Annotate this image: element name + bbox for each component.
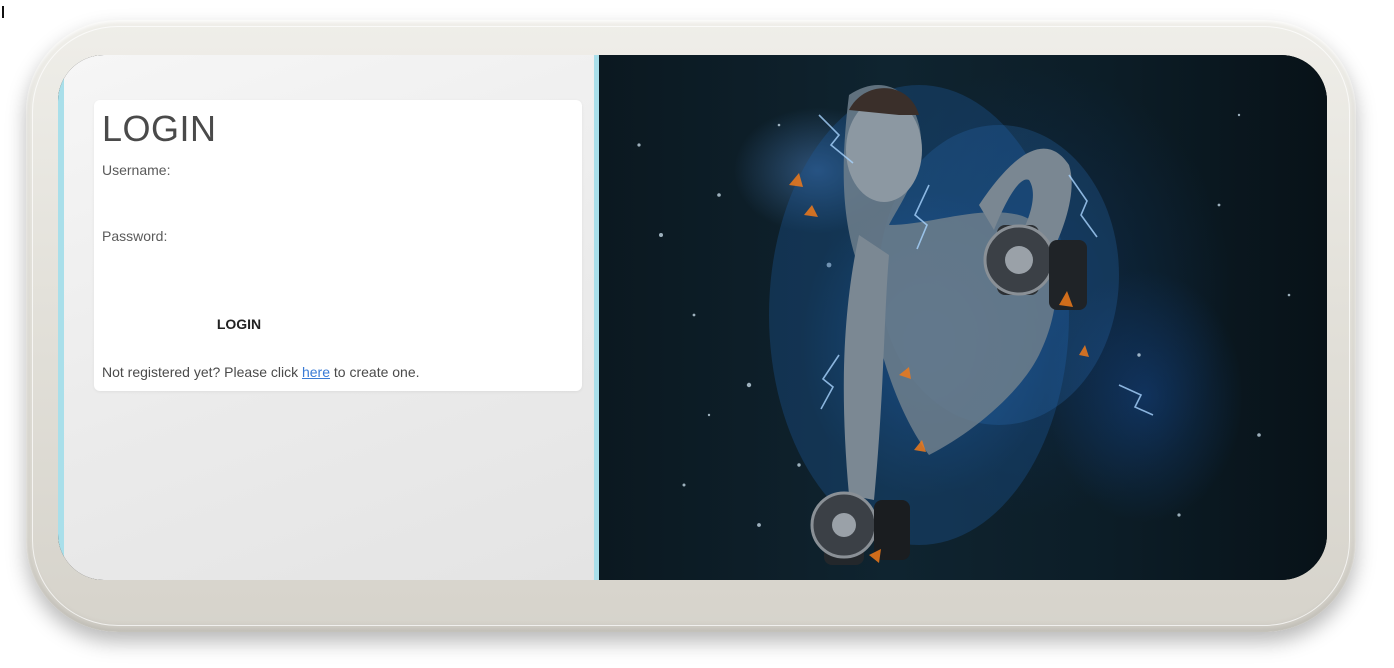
login-button[interactable]: LOGIN: [194, 310, 284, 338]
register-link[interactable]: here: [302, 364, 330, 380]
password-label: Password:: [102, 228, 168, 244]
hero-panel: [599, 55, 1327, 580]
username-label: Username:: [102, 162, 171, 178]
register-prefix: Not registered yet? Please click: [102, 364, 302, 380]
username-input[interactable]: [102, 184, 562, 208]
password-input[interactable]: [102, 250, 562, 274]
screen: LOGIN Username: Password: LOGIN Not regi…: [58, 55, 1327, 580]
register-suffix: to create one.: [330, 364, 420, 380]
athlete-with-dumbbells-image: [637, 85, 1291, 565]
corner-mark: [2, 6, 4, 18]
login-panel: LOGIN Username: Password: LOGIN Not regi…: [58, 55, 598, 580]
login-title: LOGIN: [102, 108, 217, 149]
login-card: LOGIN Username: Password: LOGIN Not regi…: [94, 100, 582, 391]
register-prompt: Not registered yet? Please click here to…: [102, 364, 420, 380]
